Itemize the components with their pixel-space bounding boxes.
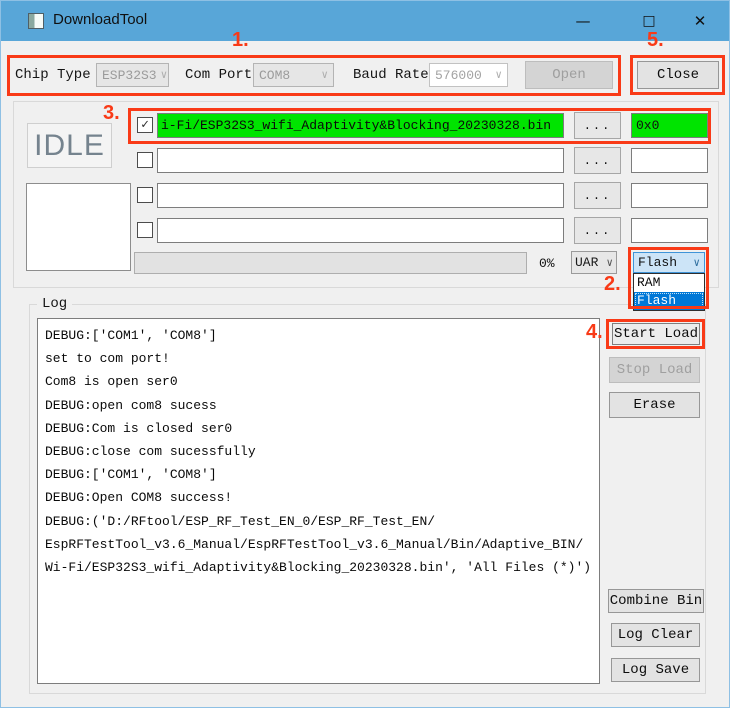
file-checkbox[interactable] [137, 222, 153, 238]
start-load-button[interactable]: Start Load [612, 323, 700, 345]
file-checkbox[interactable] [137, 152, 153, 168]
log-clear-button[interactable]: Log Clear [611, 623, 700, 647]
progress-bar [134, 252, 527, 274]
chevron-down-icon: ∨ [693, 256, 700, 270]
annotation-number-3: 3. [103, 102, 120, 125]
status-badge: IDLE [27, 123, 112, 168]
chip-type-combo[interactable]: ESP32S3 ∨ [96, 63, 169, 87]
progress-percent: 0% [539, 256, 555, 271]
log-line: DEBUG:close com sucessfully [45, 440, 592, 463]
offset-input[interactable] [631, 183, 708, 208]
target-combo-value: Flash [638, 255, 677, 270]
log-line: DEBUG:('D:/RFtool/ESP_RF_Test_EN_0/ESP_R… [45, 510, 592, 533]
file-path-input[interactable] [157, 183, 564, 208]
browse-button[interactable]: ... [574, 147, 621, 174]
log-line: EspRFTestTool_v3.6_Manual/EspRFTestTool_… [45, 533, 592, 556]
offset-input[interactable] [631, 218, 708, 243]
com-port-label: Com Port [185, 67, 252, 83]
offset-input[interactable]: 0x0 [631, 113, 708, 138]
close-button[interactable]: Close [637, 61, 719, 89]
chevron-down-icon: ∨ [606, 256, 613, 270]
combine-bin-button[interactable]: Combine Bin [608, 589, 704, 613]
log-line: set to com port! [45, 347, 592, 370]
app-icon [28, 13, 44, 29]
file-path-input[interactable]: i-Fi/ESP32S3_wifi_Adaptivity&Blocking_20… [157, 113, 564, 138]
uart-combo-value: UAR [575, 255, 598, 270]
annotation-number-5: 5. [647, 29, 664, 52]
log-line: DEBUG:['COM1', 'COM8'] [45, 324, 592, 347]
stop-load-button[interactable]: Stop Load [609, 357, 700, 383]
annotation-number-4: 4. [586, 321, 603, 344]
browse-button[interactable]: ... [574, 182, 621, 209]
baud-rate-combo[interactable]: 576000 ∨ [429, 63, 508, 87]
uart-combo[interactable]: UAR ∨ [571, 251, 617, 274]
file-path-input[interactable] [157, 148, 564, 173]
file-checkbox[interactable] [137, 187, 153, 203]
target-combo[interactable]: Flash ∨ [633, 252, 705, 273]
log-group-label: Log [37, 296, 72, 312]
minimize-button[interactable]: — [560, 1, 606, 41]
annotation-number-2: 2. [604, 273, 621, 296]
log-line: DEBUG:open com8 sucess [45, 394, 592, 417]
annotation-number-1: 1. [232, 29, 249, 52]
log-line: DEBUG:Com is closed ser0 [45, 417, 592, 440]
com-port-combo[interactable]: COM8 ∨ [253, 63, 334, 87]
browse-button[interactable]: ... [574, 112, 621, 139]
log-line: Wi-Fi/ESP32S3_wifi_Adaptivity&Blocking_2… [45, 556, 592, 579]
chevron-down-icon: ∨ [161, 68, 168, 82]
log-output[interactable]: DEBUG:['COM1', 'COM8'] set to com port! … [37, 318, 600, 684]
title-bar: DownloadTool — □ ✕ [1, 1, 729, 41]
baud-rate-label: Baud Rate [353, 67, 429, 83]
log-line: DEBUG:['COM1', 'COM8'] [45, 463, 592, 486]
open-button[interactable]: Open [525, 61, 613, 89]
dropdown-option-flash[interactable]: Flash [634, 292, 704, 310]
chip-type-label: Chip Type [15, 67, 91, 83]
offset-input[interactable] [631, 148, 708, 173]
chevron-down-icon: ∨ [495, 68, 502, 82]
com-port-value: COM8 [259, 68, 290, 83]
log-save-button[interactable]: Log Save [611, 658, 700, 682]
window-title: DownloadTool [53, 11, 147, 28]
file-path-input[interactable] [157, 218, 564, 243]
app-window: DownloadTool — □ ✕ Chip Type ESP32S3 ∨ C… [0, 0, 730, 708]
chip-type-value: ESP32S3 [102, 68, 157, 83]
target-dropdown-list: RAM Flash [633, 273, 705, 311]
baud-rate-value: 576000 [435, 68, 482, 83]
browse-button[interactable]: ... [574, 217, 621, 244]
close-window-button[interactable]: ✕ [677, 1, 723, 41]
log-line: Com8 is open ser0 [45, 370, 592, 393]
preview-box [26, 183, 131, 271]
log-line: DEBUG:Open COM8 success! [45, 486, 592, 509]
dropdown-option-ram[interactable]: RAM [634, 274, 704, 292]
file-checkbox[interactable]: ✓ [137, 117, 153, 133]
erase-button[interactable]: Erase [609, 392, 700, 418]
chevron-down-icon: ∨ [321, 68, 328, 82]
